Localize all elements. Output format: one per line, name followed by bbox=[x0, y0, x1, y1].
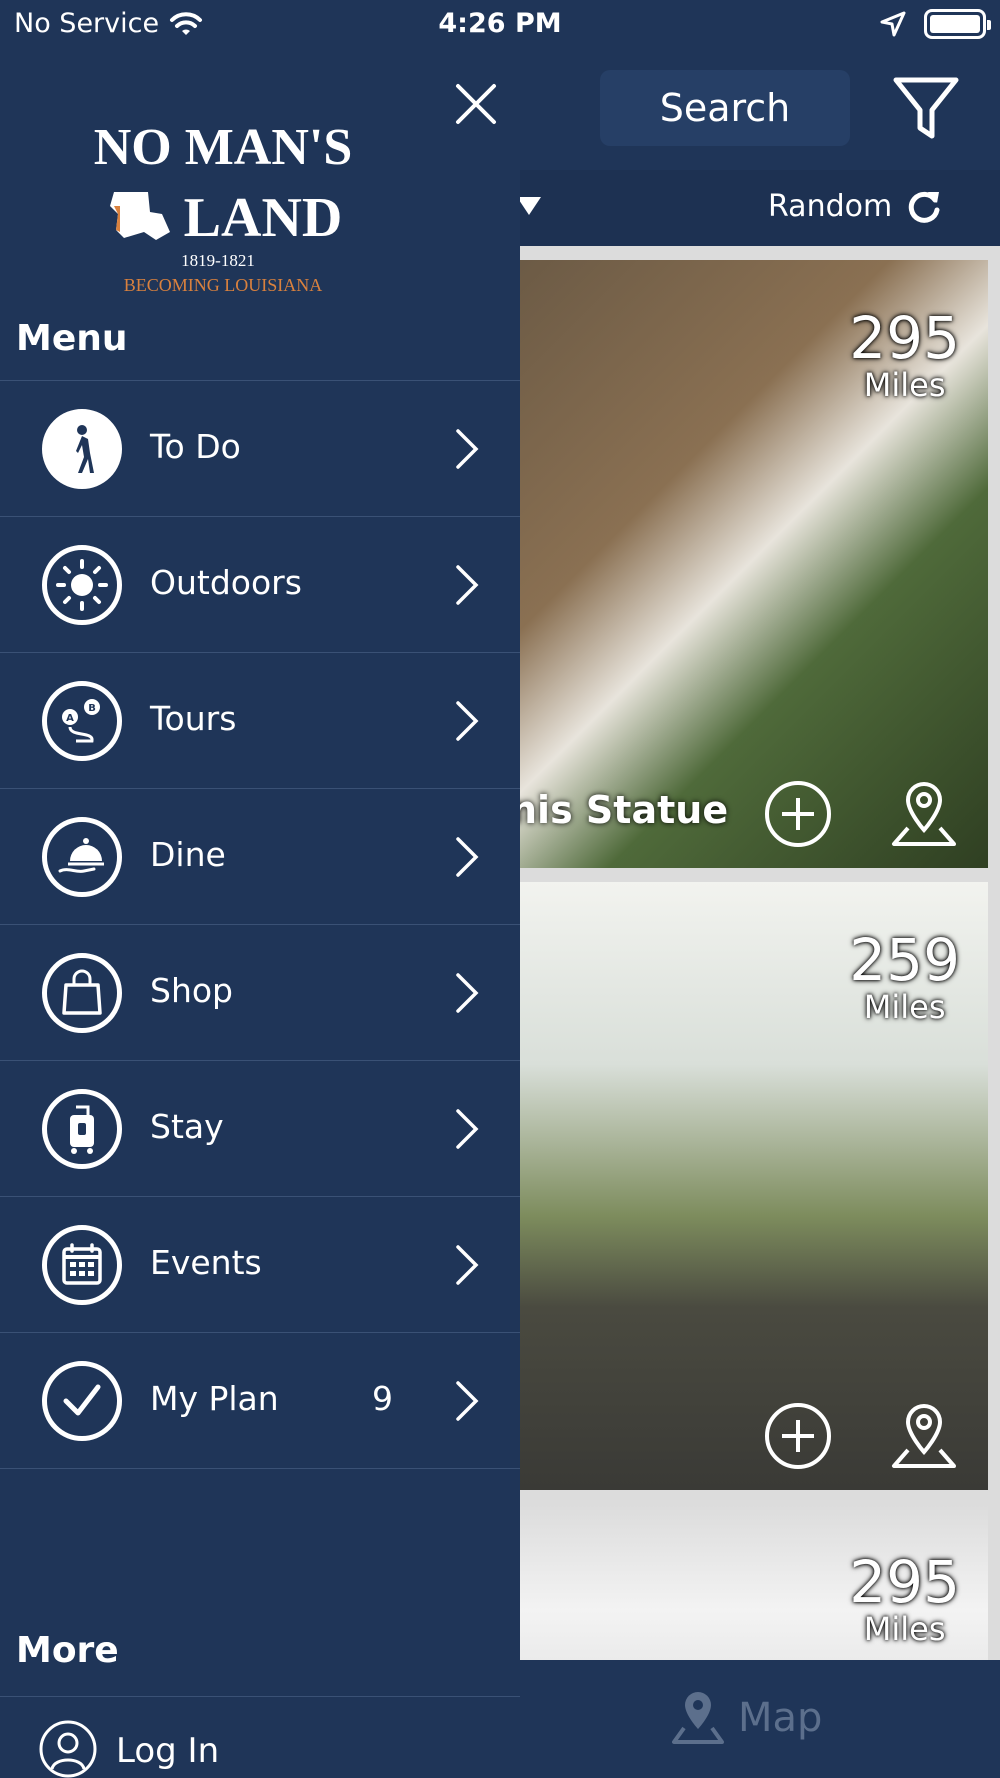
chevron-right-icon bbox=[456, 565, 479, 605]
menu-item-label: My Plan bbox=[150, 1379, 279, 1418]
chevron-right-icon bbox=[456, 973, 479, 1013]
clock: 4:26 PM bbox=[438, 8, 562, 39]
random-button[interactable]: Random bbox=[768, 188, 942, 224]
side-menu-drawer: NO MAN'S LAND 1819-1821 BECOMING LOUISIA… bbox=[0, 50, 520, 1778]
map-pin-icon bbox=[672, 1692, 724, 1744]
menu-item-log-in[interactable]: Log In bbox=[0, 1697, 520, 1778]
chevron-right-icon bbox=[456, 837, 479, 877]
menu-heading: Menu bbox=[16, 318, 128, 359]
menu-item-stay[interactable]: Stay bbox=[0, 1061, 520, 1197]
menu-item-to-do[interactable]: To Do bbox=[0, 381, 520, 517]
chevron-right-icon bbox=[456, 701, 479, 741]
route-icon: A B bbox=[42, 681, 122, 761]
shopping-bag-icon bbox=[42, 953, 122, 1033]
tab-map[interactable]: Map bbox=[672, 1690, 822, 1746]
menu-item-dine[interactable]: Dine bbox=[0, 789, 520, 925]
logo-tagline: BECOMING LOUISIANA bbox=[124, 275, 323, 295]
log-in-label: Log In bbox=[116, 1731, 220, 1771]
checkmark-icon bbox=[42, 1361, 122, 1441]
menu-item-shop[interactable]: Shop bbox=[0, 925, 520, 1061]
distance-badge: 259 Miles bbox=[849, 930, 960, 1024]
distance-badge: 295 Miles bbox=[849, 308, 960, 402]
refresh-icon bbox=[909, 191, 940, 223]
chevron-right-icon bbox=[456, 1109, 479, 1149]
distance-value: 295 bbox=[849, 1548, 960, 1616]
svg-text:A: A bbox=[66, 713, 74, 724]
random-label: Random bbox=[768, 188, 893, 224]
distance-badge: 295 Miles bbox=[849, 1552, 960, 1646]
distance-unit: Miles bbox=[863, 988, 946, 1026]
calendar-icon bbox=[42, 1225, 122, 1305]
svg-text:B: B bbox=[88, 703, 96, 714]
chevron-right-icon bbox=[456, 1381, 479, 1421]
menu-item-label: Shop bbox=[150, 971, 233, 1010]
plan-count-badge: 9 bbox=[372, 1379, 393, 1418]
chevron-right-icon bbox=[456, 1245, 479, 1285]
distance-value: 295 bbox=[849, 304, 960, 372]
listing-card[interactable]: 259 Miles bbox=[510, 882, 988, 1490]
menu-item-label: Outdoors bbox=[150, 563, 302, 602]
menu-list: To Do Outdoors A B Tours Dine Shop Stay … bbox=[0, 380, 520, 1469]
map-pin-icon[interactable] bbox=[888, 1400, 960, 1472]
logo-years: 1819-1821 bbox=[181, 251, 255, 270]
more-heading: More bbox=[16, 1630, 119, 1671]
no-mans-land-logo: NO MAN'S LAND 1819-1821 BECOMING LOUISIA… bbox=[94, 119, 353, 295]
more-list: Log In bbox=[0, 1696, 520, 1778]
walking-person-icon bbox=[42, 409, 122, 489]
logo-line1: NO MAN'S bbox=[94, 119, 353, 176]
map-tab-label: Map bbox=[738, 1695, 823, 1741]
cloche-icon bbox=[42, 817, 122, 897]
distance-value: 259 bbox=[849, 926, 960, 994]
listing-card[interactable]: 295 Miles nis Statue bbox=[510, 260, 988, 868]
battery-icon bbox=[924, 9, 991, 39]
menu-item-events[interactable]: Events bbox=[0, 1197, 520, 1333]
status-bar: No Service 4:26 PM bbox=[0, 0, 1000, 50]
menu-item-outdoors[interactable]: Outdoors bbox=[0, 517, 520, 653]
menu-item-label: Dine bbox=[150, 835, 226, 874]
luggage-icon bbox=[42, 1089, 122, 1169]
status-right bbox=[880, 9, 991, 39]
user-icon bbox=[39, 1720, 97, 1778]
distance-unit: Miles bbox=[863, 366, 946, 404]
search-button[interactable]: Search bbox=[600, 70, 850, 146]
menu-item-label: Events bbox=[150, 1243, 262, 1282]
menu-item-label: To Do bbox=[150, 427, 241, 466]
menu-item-label: Stay bbox=[150, 1107, 224, 1146]
close-icon[interactable] bbox=[450, 78, 502, 130]
menu-item-my-plan[interactable]: My Plan 9 bbox=[0, 1333, 520, 1469]
search-label: Search bbox=[659, 86, 791, 130]
add-to-plan-icon[interactable] bbox=[762, 1400, 834, 1472]
sun-icon bbox=[42, 545, 122, 625]
logo-line2: LAND bbox=[184, 187, 343, 249]
location-arrow-icon bbox=[880, 11, 906, 37]
distance-unit: Miles bbox=[863, 1610, 946, 1648]
filter-icon[interactable] bbox=[890, 72, 962, 144]
menu-item-label: Tours bbox=[150, 699, 237, 738]
add-to-plan-icon[interactable] bbox=[762, 778, 834, 850]
chevron-right-icon bbox=[456, 429, 479, 469]
map-pin-icon[interactable] bbox=[888, 778, 960, 850]
menu-item-tours[interactable]: A B Tours bbox=[0, 653, 520, 789]
card-title: nis Statue bbox=[510, 788, 729, 832]
